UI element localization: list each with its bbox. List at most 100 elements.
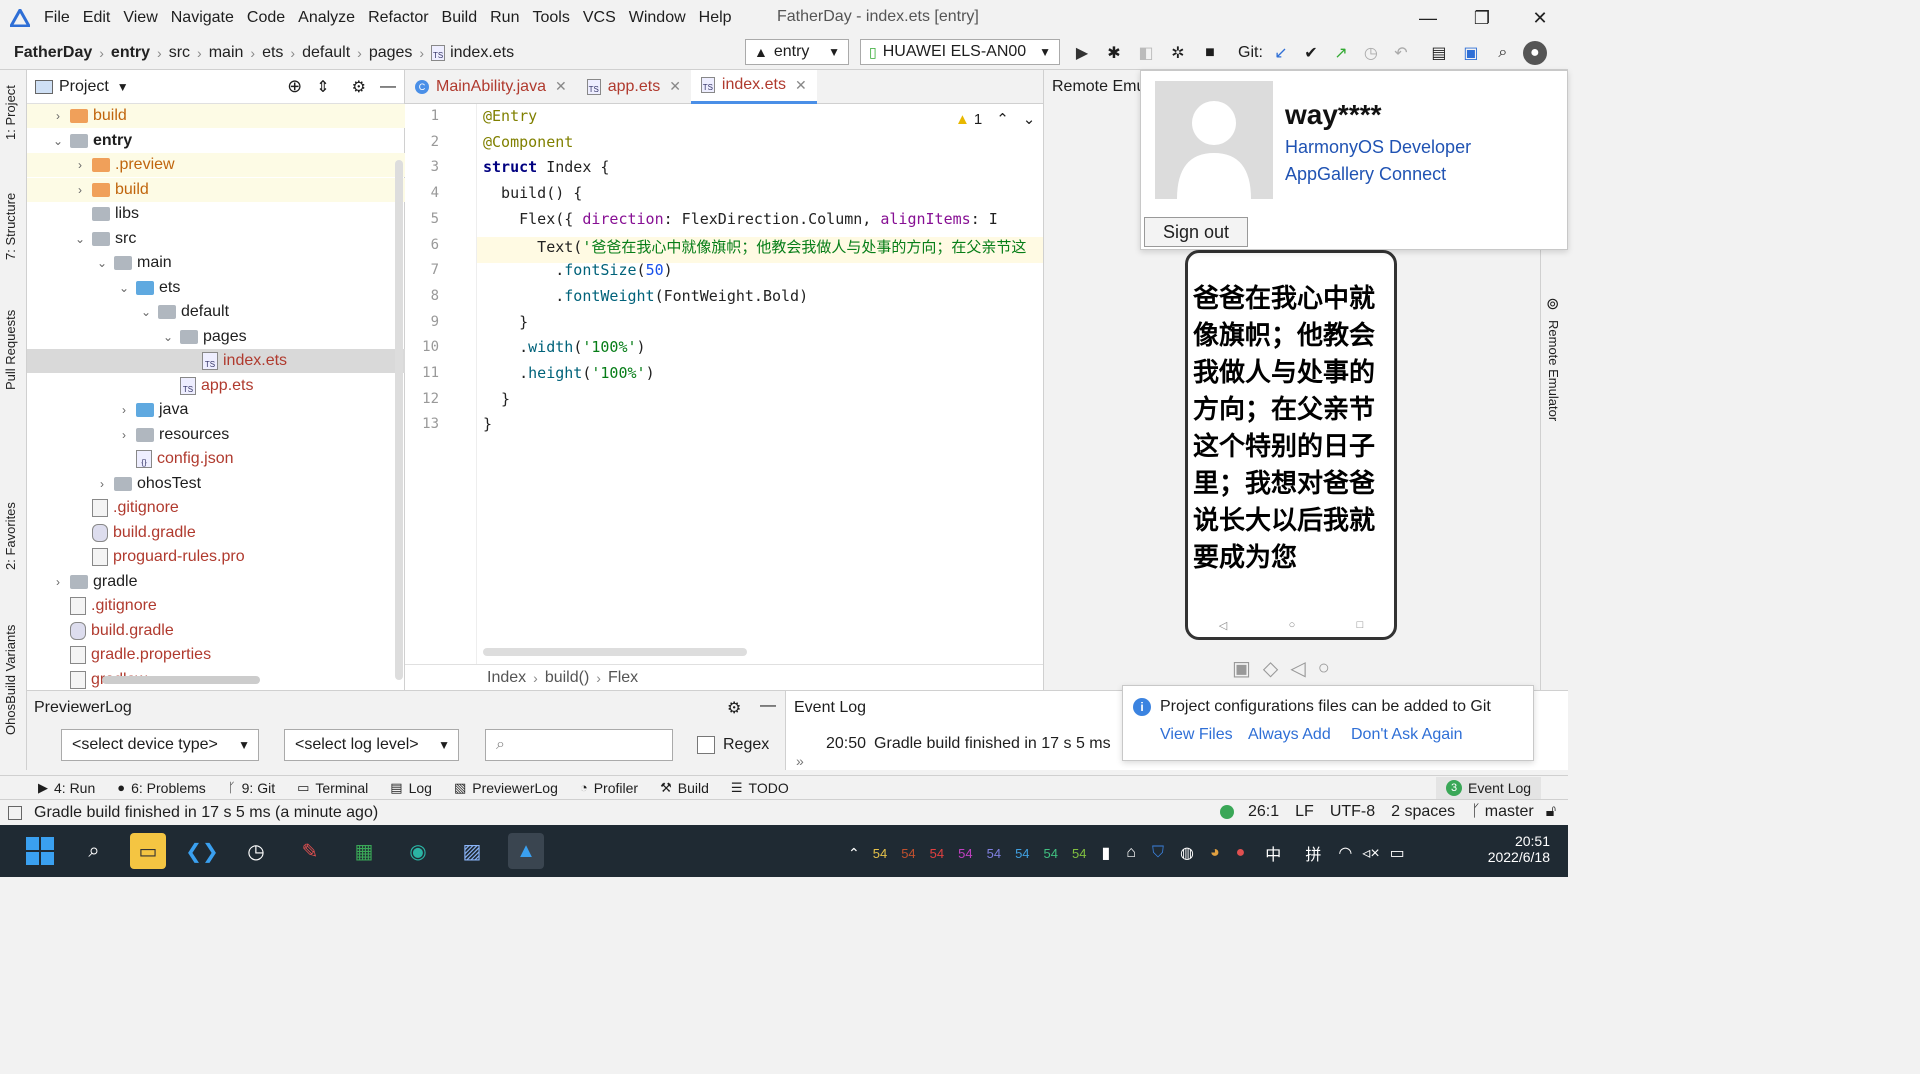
- prev-highlight-icon[interactable]: ⌃: [996, 110, 1009, 128]
- tree-row[interactable]: .gitignore: [27, 594, 405, 618]
- log-level-select[interactable]: <select log level> ▼: [284, 729, 459, 761]
- menu-item[interactable]: Tools: [532, 9, 569, 27]
- ime-language[interactable]: 中: [1265, 841, 1281, 865]
- code-line[interactable]: .fontWeight(FontWeight.Bold): [483, 287, 808, 305]
- photos-app-icon[interactable]: ▨: [454, 833, 490, 869]
- tree-row[interactable]: TS index.ets: [27, 349, 405, 373]
- expand-icon[interactable]: »: [796, 753, 804, 769]
- code-line[interactable]: }: [483, 390, 510, 408]
- code-line[interactable]: }: [483, 415, 492, 433]
- tool-window-button[interactable]: ▶ 4: Run: [38, 780, 95, 796]
- breadcrumb-item[interactable]: index.ets: [450, 44, 514, 62]
- code-line[interactable]: @Entry: [483, 107, 537, 125]
- phone-preview[interactable]: 爸爸在我心中就像旗帜；他教会我做人与处事的方向；在父亲节这个特别的日子里；我想对…: [1185, 250, 1397, 640]
- run-config-select[interactable]: ▲ entry ▼: [745, 39, 849, 65]
- battery-icon[interactable]: ▭: [1390, 843, 1405, 863]
- tool-window-button[interactable]: ▤ Log: [390, 780, 432, 796]
- close-tab-icon[interactable]: ✕: [669, 78, 681, 95]
- tab-project[interactable]: 1: Project: [3, 85, 18, 140]
- code-area[interactable]: @Entry @Component struct Index { build() {…: [405, 104, 1043, 664]
- indent-setting[interactable]: 2 spaces: [1391, 803, 1455, 821]
- tree-toggle-icon[interactable]: ›: [73, 158, 87, 172]
- tree-toggle-icon[interactable]: ›: [117, 428, 131, 442]
- lock-icon[interactable]: 🔓︎: [1546, 803, 1556, 821]
- git-commit-icon[interactable]: ✔: [1299, 41, 1323, 65]
- code-line[interactable]: Flex({ direction: FlexDirection.Column, …: [483, 210, 998, 228]
- tree-toggle-icon[interactable]: ›: [51, 109, 65, 123]
- tree-toggle-icon[interactable]: ⌄: [95, 256, 109, 270]
- file-explorer-icon[interactable]: ▭: [130, 833, 166, 869]
- rotate-icon[interactable]: ◇: [1263, 656, 1278, 681]
- code-line[interactable]: .height('100%'): [483, 364, 654, 382]
- git-update-icon[interactable]: ↙: [1269, 41, 1293, 65]
- minimize-button[interactable]: —: [1408, 4, 1448, 32]
- wifi-icon[interactable]: ◠: [1338, 843, 1352, 863]
- taskbar-clock[interactable]: 20:51 2022/6/18: [1480, 833, 1550, 865]
- status-toggle-icon[interactable]: [8, 805, 22, 820]
- code-line[interactable]: struct Index {: [483, 158, 609, 176]
- tree-row[interactable]: build.gradle: [27, 521, 405, 545]
- tray-app-icon[interactable]: ◍: [1180, 843, 1194, 863]
- tool-window-button[interactable]: ● 6: Problems: [117, 780, 206, 796]
- tree-toggle-icon[interactable]: ⌄: [139, 305, 153, 319]
- tree-row[interactable]: ⌄ main: [27, 251, 405, 275]
- code-breadcrumb-item[interactable]: Index: [487, 669, 526, 687]
- tree-row[interactable]: .gitignore: [27, 496, 405, 520]
- tray-monitor-icon[interactable]: 54: [873, 846, 887, 861]
- code-line[interactable]: @Component: [483, 133, 573, 151]
- next-highlight-icon[interactable]: ⌄: [1023, 110, 1036, 128]
- hide-panel-icon[interactable]: —: [380, 78, 396, 96]
- gear-icon[interactable]: ⚙: [727, 698, 741, 718]
- paint-app-icon[interactable]: ✎: [292, 833, 328, 869]
- tree-row[interactable]: build.gradle: [27, 619, 405, 643]
- git-push-icon[interactable]: ↗: [1329, 41, 1353, 65]
- gear-icon[interactable]: ⚙: [352, 77, 366, 97]
- tray-monitor-icon[interactable]: 54: [1015, 846, 1029, 861]
- code-line[interactable]: Text('爸爸在我心中就像旗帜；他教会我做人与处事的方向；在父亲节这: [483, 236, 1026, 257]
- code-breadcrumb-item[interactable]: Flex: [608, 669, 638, 687]
- cursor-position[interactable]: 26:1: [1248, 803, 1279, 821]
- tab-pull-requests[interactable]: Pull Requests: [3, 310, 18, 390]
- tray-monitor-icon[interactable]: 54: [1072, 846, 1086, 861]
- attach-debugger-icon[interactable]: ✲: [1166, 41, 1190, 65]
- tab-structure[interactable]: 7: Structure: [3, 193, 18, 260]
- locate-icon[interactable]: ⊕: [287, 76, 302, 97]
- vscode-icon[interactable]: ❮❯: [184, 833, 220, 869]
- event-log-button[interactable]: 3 Event Log: [1436, 777, 1542, 799]
- volume-muted-icon[interactable]: ◃×: [1362, 843, 1379, 863]
- regex-checkbox[interactable]: [697, 736, 715, 754]
- file-encoding[interactable]: UTF-8: [1330, 803, 1375, 821]
- chevron-down-icon[interactable]: ▼: [117, 80, 129, 94]
- tray-monitor-icon[interactable]: 54: [930, 846, 944, 861]
- usb-icon[interactable]: ⌂: [1126, 844, 1136, 862]
- device-manager-icon[interactable]: ▣: [1459, 41, 1483, 65]
- editor-tab[interactable]: TS app.ets ✕: [577, 70, 691, 104]
- tree-row[interactable]: › .preview: [27, 153, 405, 177]
- close-tab-icon[interactable]: ✕: [795, 77, 807, 94]
- editor-hscrollbar[interactable]: [483, 648, 747, 656]
- menu-item[interactable]: Window: [629, 9, 686, 27]
- appgallery-connect-link[interactable]: AppGallery Connect: [1285, 164, 1446, 185]
- breadcrumb-item[interactable]: ets: [262, 44, 283, 62]
- tool-window-button[interactable]: ᚴ 9: Git: [228, 780, 275, 796]
- collapse-all-icon[interactable]: ⇕: [316, 77, 329, 97]
- tree-toggle-icon[interactable]: ⌄: [73, 232, 87, 246]
- tree-row[interactable]: gradle.properties: [27, 643, 405, 667]
- tray-expand-icon[interactable]: ⌃: [848, 845, 860, 862]
- menu-item[interactable]: Build: [442, 9, 478, 27]
- menu-item[interactable]: Edit: [83, 9, 111, 27]
- breadcrumb-item[interactable]: entry: [111, 44, 150, 62]
- tab-remote-emulator[interactable]: Remote Emulator: [1546, 320, 1561, 421]
- tray-monitor-icon[interactable]: 54: [958, 846, 972, 861]
- harmonyos-developer-link[interactable]: HarmonyOS Developer: [1285, 137, 1471, 158]
- tool-window-button[interactable]: ◔ Profiler: [580, 780, 638, 796]
- search-icon[interactable]: ⌕: [76, 833, 112, 869]
- editor-tab[interactable]: TS index.ets ✕: [690, 69, 817, 104]
- ime-mode[interactable]: 拼: [1305, 841, 1321, 865]
- menu-item[interactable]: Refactor: [368, 9, 428, 27]
- sign-out-button[interactable]: Sign out: [1144, 217, 1248, 247]
- tree-row[interactable]: ⌄ entry: [27, 129, 405, 153]
- project-structure-icon[interactable]: ▤: [1427, 41, 1451, 65]
- deveco-studio-icon[interactable]: ▲: [508, 833, 544, 869]
- breadcrumb-item[interactable]: pages: [369, 44, 413, 62]
